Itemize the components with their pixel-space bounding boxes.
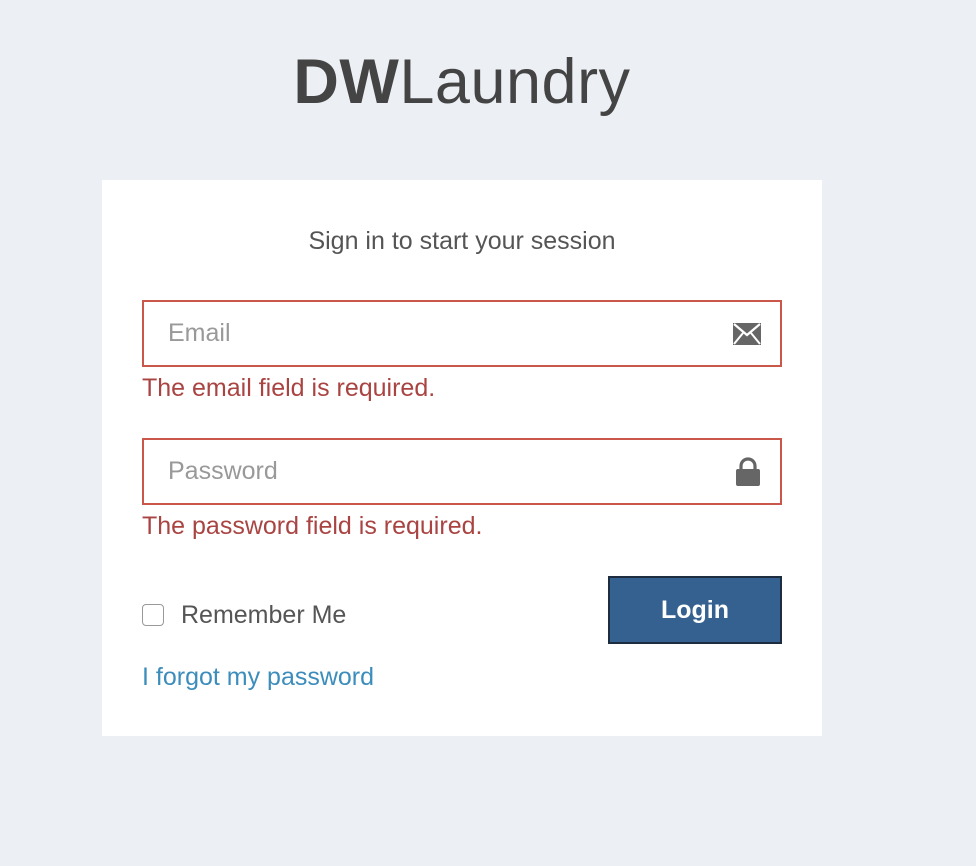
remember-me-checkbox[interactable]: [142, 604, 164, 626]
remember-me[interactable]: Remember Me: [142, 598, 346, 632]
logo-light-text: Laundry: [399, 47, 631, 117]
remember-me-label[interactable]: Remember Me: [181, 598, 346, 632]
envelope-icon: [732, 322, 762, 346]
forgot-password-link[interactable]: I forgot my password: [142, 660, 374, 694]
email-field-group: [142, 300, 782, 367]
password-error: The password field is required.: [142, 512, 483, 540]
lock-icon: [734, 456, 762, 487]
login-box: Sign in to start your session The email …: [102, 180, 822, 736]
login-box-message: Sign in to start your session: [308, 227, 616, 255]
logo-bold-text: DW: [293, 47, 400, 117]
password-input[interactable]: [144, 440, 780, 503]
email-input[interactable]: [144, 302, 780, 365]
password-field-group: [142, 438, 782, 505]
login-button[interactable]: Login: [608, 576, 782, 644]
app-logo[interactable]: DWLaundry: [0, 46, 924, 118]
email-error: The email field is required.: [142, 374, 436, 402]
